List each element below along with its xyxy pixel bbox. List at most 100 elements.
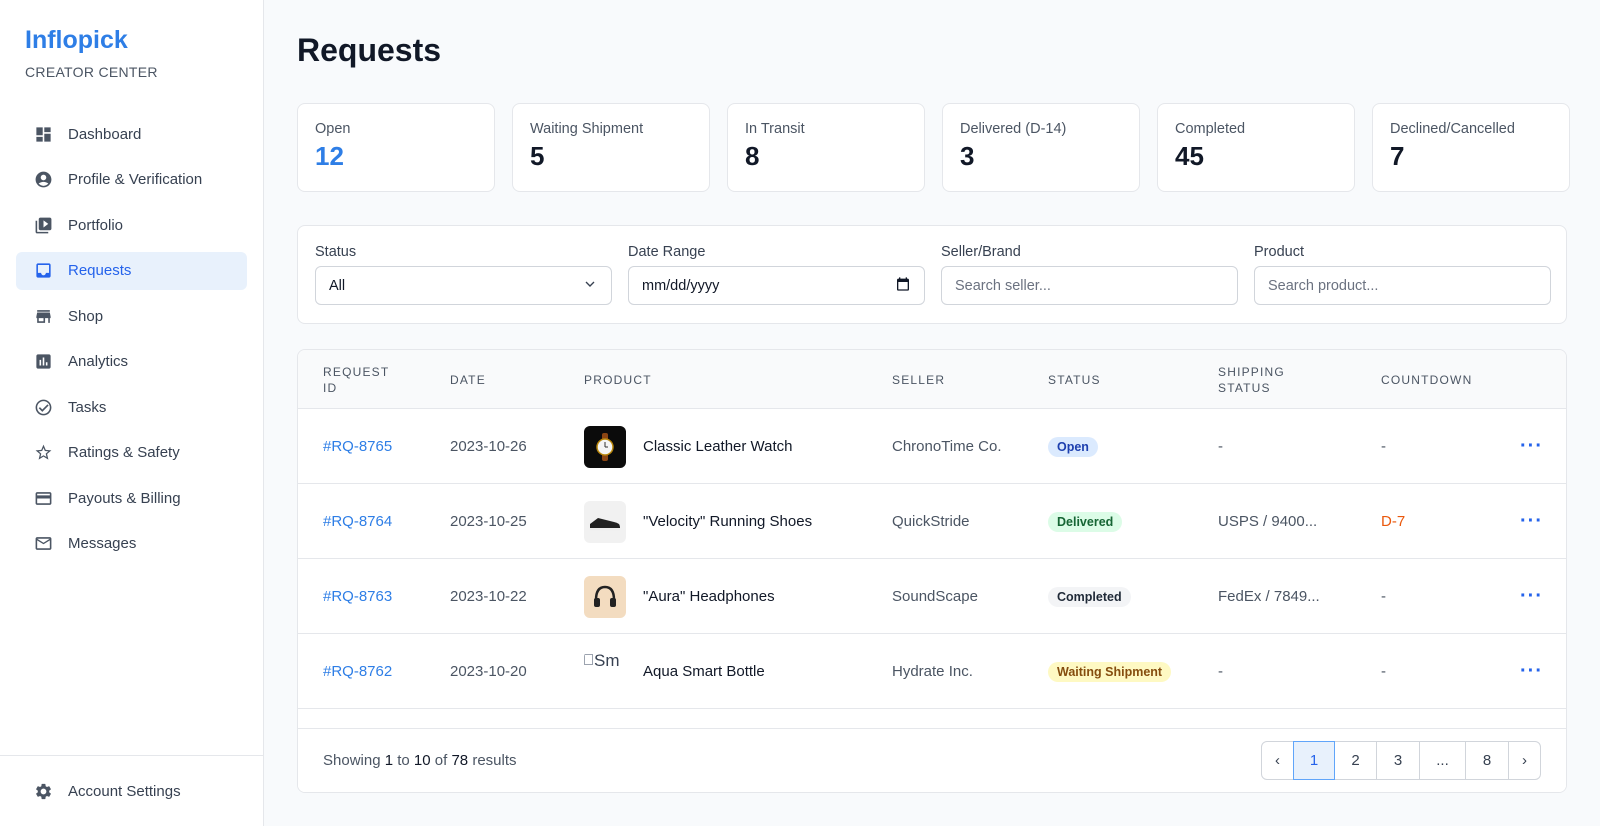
- column-header-shipping-status[interactable]: SHIPPING STATUS: [1218, 350, 1308, 409]
- stat-card-completed[interactable]: Completed 45: [1157, 103, 1355, 192]
- seller-filter: Seller/Brand Search seller...: [941, 244, 1238, 305]
- product-search-input[interactable]: Search product...: [1254, 266, 1551, 305]
- more-actions-icon[interactable]: ···: [1520, 409, 1543, 484]
- stat-value: 5: [530, 141, 545, 171]
- column-header-request-id[interactable]: REQUEST ID: [323, 350, 403, 409]
- sidebar-item-profile[interactable]: Profile & Verification: [16, 161, 247, 199]
- page-button-2[interactable]: 2: [1334, 741, 1377, 780]
- chevron-down-icon: [582, 276, 598, 296]
- page-title: Requests: [297, 32, 442, 68]
- sidebar-item-payouts[interactable]: Payouts & Billing: [16, 479, 247, 517]
- next-page-button[interactable]: ›: [1508, 741, 1541, 780]
- analytics-icon: [33, 352, 53, 372]
- countdown: -: [1381, 588, 1386, 605]
- page-ellipsis: ...: [1419, 741, 1466, 780]
- shipping-status: -: [1218, 438, 1223, 455]
- sidebar-item-account-settings[interactable]: Account Settings: [16, 772, 247, 810]
- stat-label: Waiting Shipment: [530, 121, 644, 137]
- sidebar-item-dashboard[interactable]: Dashboard: [16, 115, 247, 153]
- sidebar-item-analytics[interactable]: Analytics: [16, 343, 247, 381]
- showing-to: 10: [413, 752, 431, 769]
- shoe-thumbnail: [584, 500, 626, 543]
- prev-page-button[interactable]: ‹: [1261, 741, 1294, 780]
- product-name: Classic Leather Watch: [643, 438, 793, 455]
- product-placeholder: Search product...: [1268, 277, 1379, 294]
- pagination: ‹ 1 2 3 ... 8 ›: [1261, 741, 1541, 780]
- status-cell: Completed: [1048, 559, 1131, 634]
- sidebar-item-label: Tasks: [68, 398, 107, 416]
- page-button-1[interactable]: 1: [1293, 741, 1335, 780]
- column-header-countdown[interactable]: COUNTDOWN: [1381, 350, 1472, 409]
- sidebar-item-ratings[interactable]: Ratings & Safety: [16, 434, 247, 472]
- table-footer: Showing 1 to 10 of 78 results ‹ 1 2 3 ..…: [298, 728, 1566, 792]
- table-row[interactable]: #RQ-8764 2023-10-25 "Velocity" Running S…: [298, 484, 1566, 559]
- sidebar-item-label: Analytics: [68, 353, 129, 370]
- shipping-status: USPS / 9400...: [1218, 513, 1318, 530]
- sidebar-footer: Account Settings: [0, 755, 263, 826]
- showing-to-word: to: [397, 752, 410, 769]
- request-id-link[interactable]: #RQ-8763: [323, 559, 392, 634]
- countdown: D-7: [1381, 513, 1406, 530]
- seller-filter-label: Seller/Brand: [941, 244, 1021, 260]
- filters-panel: Status All Date Range mm/dd/yyyy Seller/…: [297, 225, 1567, 324]
- seller-search-input[interactable]: Search seller...: [941, 266, 1238, 305]
- showing-suffix: results: [472, 752, 517, 769]
- showing-total: 78: [451, 752, 469, 769]
- column-header-status[interactable]: STATUS: [1048, 350, 1101, 409]
- more-actions-icon[interactable]: ···: [1520, 634, 1543, 709]
- table-row[interactable]: #RQ-8763 2023-10-22 "Aura" Headphones So…: [298, 559, 1566, 634]
- sidebar-item-shop[interactable]: Shop: [16, 297, 247, 335]
- stat-card-in-transit[interactable]: In Transit 8: [727, 103, 925, 192]
- table-row[interactable]: #RQ-8765 2023-10-26 Classic Leather Watc…: [298, 409, 1566, 484]
- stat-card-delivered[interactable]: Delivered (D-14) 3: [942, 103, 1140, 192]
- product-name: Aqua Smart Bottle: [643, 663, 765, 680]
- column-header-date[interactable]: DATE: [450, 350, 486, 409]
- stat-card-waiting-shipment[interactable]: Waiting Shipment 5: [512, 103, 710, 192]
- page-button-8[interactable]: 8: [1465, 741, 1509, 780]
- column-header-product[interactable]: PRODUCT: [584, 350, 652, 409]
- brand-logo[interactable]: Inflopick: [25, 26, 128, 55]
- request-id-link[interactable]: #RQ-8762: [323, 634, 392, 709]
- status-filter-label: Status: [315, 244, 357, 260]
- stat-value: 12: [315, 141, 344, 171]
- sidebar-item-label: Ratings & Safety: [68, 444, 180, 461]
- broken-image-icon: [584, 653, 593, 665]
- stats-row: Open 12 Waiting Shipment 5 In Transit 8 …: [297, 103, 1570, 192]
- seller-name: Hydrate Inc.: [892, 663, 973, 680]
- date-range-filter: Date Range mm/dd/yyyy: [628, 244, 925, 305]
- video-library-icon: [33, 215, 53, 235]
- request-date: 2023-10-26: [450, 438, 527, 455]
- brand-subtitle: CREATOR CENTER: [25, 64, 158, 80]
- sidebar-item-tasks[interactable]: Tasks: [16, 388, 247, 426]
- sidebar-item-messages[interactable]: Messages: [16, 525, 247, 563]
- table-row[interactable]: #RQ-8762 2023-10-20 Sm Aqua Smart Bottle…: [298, 634, 1566, 709]
- results-summary: Showing 1 to 10 of 78 results: [323, 752, 517, 769]
- stat-card-open[interactable]: Open 12: [297, 103, 495, 192]
- request-id-link[interactable]: #RQ-8765: [323, 409, 392, 484]
- task-check-icon: [33, 397, 53, 417]
- more-actions-icon[interactable]: ···: [1520, 559, 1543, 634]
- sidebar-item-requests[interactable]: Requests: [16, 251, 247, 290]
- stat-value: 3: [960, 141, 975, 171]
- stat-card-declined[interactable]: Declined/Cancelled 7: [1372, 103, 1570, 192]
- credit-card-icon: [33, 488, 53, 508]
- date-range-input[interactable]: mm/dd/yyyy: [628, 266, 925, 305]
- sidebar-nav: Dashboard Profile & Verification Portfol…: [16, 115, 247, 570]
- page-button-3[interactable]: 3: [1376, 741, 1420, 780]
- account-circle-icon: [33, 170, 53, 190]
- date-placeholder: mm/dd/yyyy: [642, 277, 720, 294]
- sidebar-item-label: Dashboard: [68, 125, 142, 143]
- status-select[interactable]: All: [315, 266, 612, 305]
- status-badge: Waiting Shipment: [1048, 661, 1172, 682]
- column-header-seller[interactable]: SELLER: [892, 350, 945, 409]
- more-actions-icon[interactable]: ···: [1520, 484, 1543, 559]
- request-id-link[interactable]: #RQ-8764: [323, 484, 392, 559]
- calendar-icon[interactable]: [895, 276, 911, 296]
- status-cell: Delivered: [1048, 484, 1123, 559]
- requests-table: REQUEST ID DATE PRODUCT SELLER STATUS SH…: [297, 349, 1567, 793]
- sidebar-item-portfolio[interactable]: Portfolio: [16, 206, 247, 244]
- stat-value: 45: [1175, 141, 1204, 171]
- inbox-icon: [33, 261, 53, 281]
- watch-thumbnail: [584, 425, 626, 468]
- status-filter: Status All: [315, 244, 612, 305]
